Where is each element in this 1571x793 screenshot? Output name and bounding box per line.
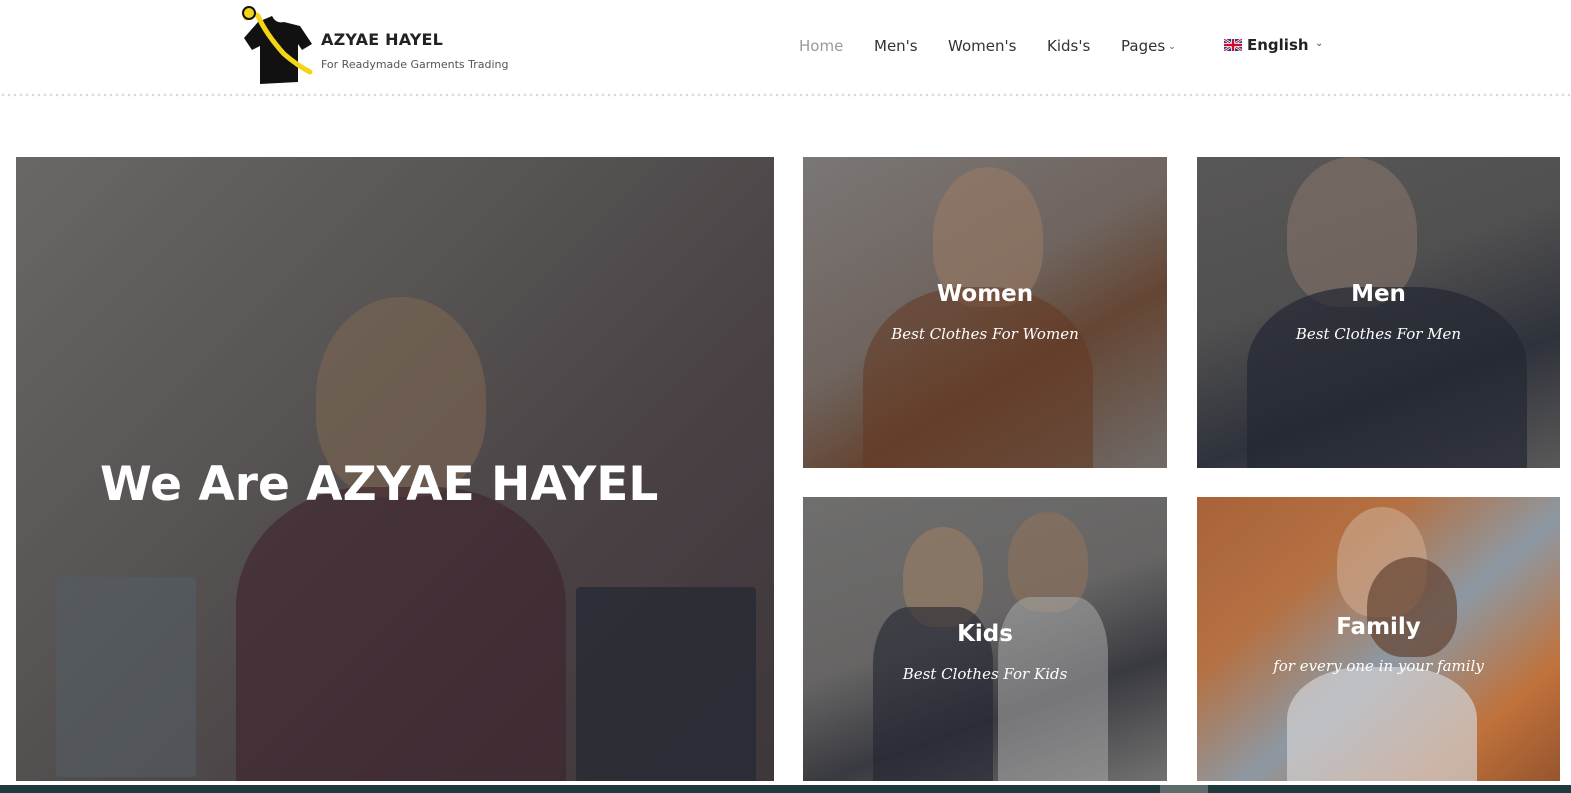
chevron-down-icon: ⌄ bbox=[1168, 42, 1176, 52]
uk-flag-icon bbox=[1224, 39, 1242, 51]
category-tile-kids[interactable]: Kids Best Clothes For Kids bbox=[803, 497, 1167, 781]
category-title: Women bbox=[936, 281, 1034, 307]
category-subtitle: for every one in your family bbox=[1273, 657, 1484, 675]
category-title: Men bbox=[1351, 281, 1406, 307]
tile-overlay bbox=[803, 157, 1167, 468]
category-subtitle: Best Clothes For Kids bbox=[902, 665, 1068, 683]
hero-banner[interactable]: We Are AZYAE HAYEL bbox=[16, 157, 774, 781]
nav-item-pages-label: Pages bbox=[1121, 37, 1166, 55]
brand-tagline: For Readymade Garments Trading bbox=[321, 58, 509, 71]
site-header: AZYAE HAYEL For Readymade Garments Tradi… bbox=[0, 0, 1571, 96]
category-tile-women[interactable]: Women Best Clothes For Women bbox=[803, 157, 1167, 468]
nav-item-mens[interactable]: Men's bbox=[874, 37, 918, 59]
nav-item-kids[interactable]: Kids's bbox=[1047, 37, 1090, 59]
brand-name[interactable]: AZYAE HAYEL bbox=[321, 30, 443, 49]
header-divider bbox=[0, 93, 1571, 97]
chevron-down-icon[interactable]: ⌄ bbox=[1315, 38, 1323, 49]
bottom-bar bbox=[0, 785, 1571, 793]
bottom-bar-segment bbox=[1160, 785, 1208, 793]
language-label: English bbox=[1247, 36, 1309, 54]
category-tile-men[interactable]: Men Best Clothes For Men bbox=[1197, 157, 1560, 468]
tshirt-hanger-logo[interactable] bbox=[236, 4, 316, 86]
nav-item-home[interactable]: Home bbox=[799, 37, 843, 59]
category-tile-family[interactable]: Family for every one in your family bbox=[1197, 497, 1560, 781]
language-selector[interactable]: English bbox=[1224, 36, 1309, 58]
nav-item-pages[interactable]: Pages ⌄ bbox=[1121, 37, 1176, 59]
hero-title: We Are AZYAE HAYEL bbox=[100, 457, 659, 512]
tile-overlay bbox=[1197, 157, 1560, 468]
category-title: Kids bbox=[957, 621, 1013, 647]
category-subtitle: Best Clothes For Women bbox=[891, 325, 1079, 343]
nav-item-womens[interactable]: Women's bbox=[948, 37, 1016, 59]
category-subtitle: Best Clothes For Men bbox=[1295, 325, 1462, 343]
category-title: Family bbox=[1336, 614, 1421, 640]
